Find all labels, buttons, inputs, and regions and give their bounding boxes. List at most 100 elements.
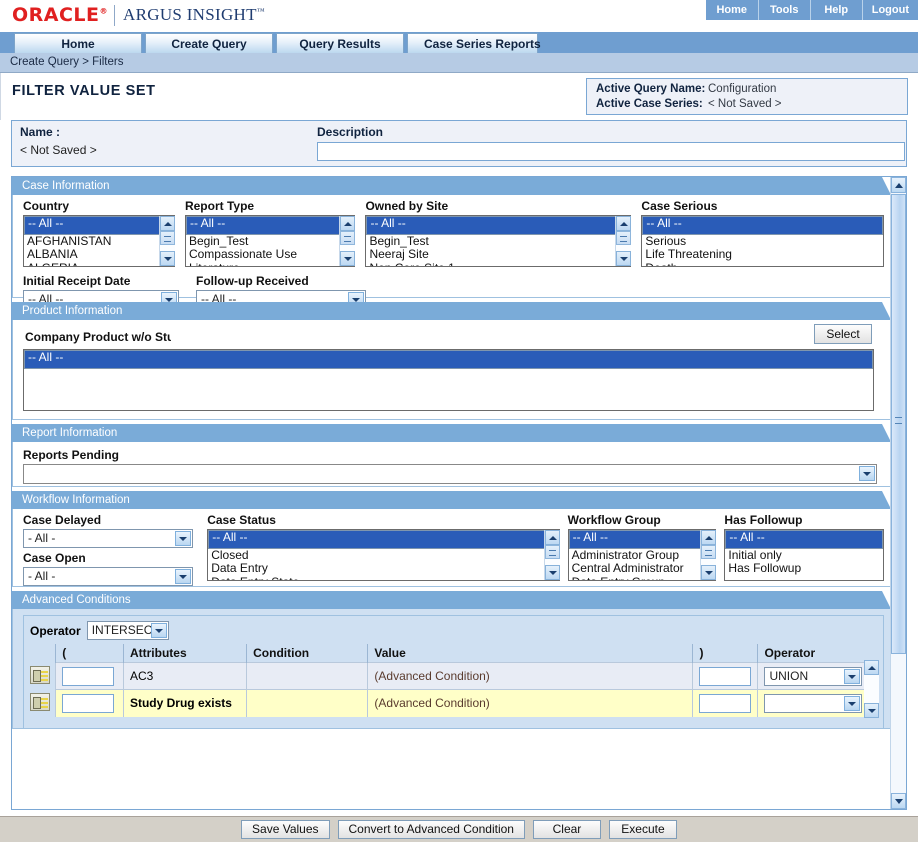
owned-by-site-option-2[interactable]: Neeraj Site <box>366 248 630 261</box>
workflow-group-option-3[interactable]: Data Entry Group <box>569 576 716 580</box>
scrollbar-thumb[interactable] <box>891 194 906 654</box>
case-serious-listbox[interactable]: -- All -- Serious Life Threatening Death <box>641 215 884 267</box>
product-select-button[interactable]: Select <box>814 324 872 344</box>
table-row[interactable]: Study Drug exists (Advanced Condition) <box>30 689 879 717</box>
has-followup-option-2[interactable]: Has Followup <box>725 562 883 575</box>
workflow-group-listbox[interactable]: -- All -- Administrator Group Central Ad… <box>567 529 717 581</box>
table-row[interactable]: AC3 (Advanced Condition) UNION <box>30 662 879 690</box>
has-followup-option-1[interactable]: Initial only <box>725 549 883 562</box>
has-followup-listbox[interactable]: -- All -- Initial only Has Followup <box>724 529 884 581</box>
country-option-all[interactable]: -- All -- <box>24 216 174 235</box>
owned-by-site-listbox-scrollbar[interactable] <box>615 216 632 266</box>
country-option-2[interactable]: ALBANIA <box>24 248 174 261</box>
owned-by-site-option-all[interactable]: -- All -- <box>366 216 631 235</box>
scroll-up-icon[interactable] <box>544 530 560 545</box>
case-serious-option-3[interactable]: Death <box>642 262 883 266</box>
save-values-button[interactable]: Save Values <box>241 820 330 839</box>
country-option-3[interactable]: ALGERIA <box>24 262 174 266</box>
advanced-conditions-scrollbar[interactable] <box>864 660 879 718</box>
tab-home[interactable]: Home <box>14 33 142 53</box>
execute-button[interactable]: Execute <box>608 820 677 839</box>
clear-button[interactable]: Clear <box>532 820 601 839</box>
case-delayed-select[interactable]: - All - <box>23 529 193 548</box>
scrollbar-thumb[interactable] <box>616 231 632 245</box>
country-listbox[interactable]: -- All -- AFGHANISTAN ALBANIA ALGERIA <box>23 215 175 267</box>
reports-pending-select[interactable] <box>23 464 877 484</box>
workflow-group-option-2[interactable]: Central Administrator <box>569 562 716 575</box>
scroll-up-icon[interactable] <box>340 216 356 231</box>
chevron-down-icon[interactable] <box>859 466 875 481</box>
tab-case-series-reports[interactable]: Case Series Reports <box>407 33 541 53</box>
report-type-listbox[interactable]: -- All -- Begin_Test Compassionate Use L… <box>184 215 356 267</box>
report-type-option-all[interactable]: -- All -- <box>185 216 355 235</box>
case-serious-option-all[interactable]: -- All -- <box>642 216 883 235</box>
report-type-option-3[interactable]: Literature <box>186 262 354 266</box>
row1-open-paren-input[interactable] <box>62 666 115 686</box>
row2-operator-select[interactable] <box>764 693 863 713</box>
utilnav-tools[interactable]: Tools <box>757 0 810 20</box>
case-serious-option-2[interactable]: Life Threatening <box>642 248 883 261</box>
report-type-listbox-scrollbar[interactable] <box>339 216 356 266</box>
scrollbar-thumb[interactable] <box>159 231 175 245</box>
company-product-listbox[interactable]: -- All -- <box>23 349 874 411</box>
scroll-down-icon[interactable] <box>616 251 632 266</box>
scrollbar-track[interactable] <box>864 675 879 703</box>
case-status-option-2[interactable]: Data Entry <box>208 562 558 575</box>
panel-vertical-scrollbar[interactable] <box>890 177 906 809</box>
has-followup-option-all[interactable]: -- All -- <box>725 530 883 549</box>
owned-by-site-option-1[interactable]: Begin_Test <box>366 235 630 248</box>
chevron-down-icon[interactable] <box>175 531 191 546</box>
scrollbar-thumb[interactable] <box>340 231 356 245</box>
case-status-listbox-scrollbar[interactable] <box>543 530 560 580</box>
edit-condition-icon[interactable] <box>30 692 50 711</box>
scroll-down-icon[interactable] <box>159 251 175 266</box>
report-type-option-2[interactable]: Compassionate Use <box>186 248 354 261</box>
country-option-1[interactable]: AFGHANISTAN <box>24 235 174 248</box>
scroll-down-icon[interactable] <box>891 793 906 809</box>
case-status-option-1[interactable]: Closed <box>208 549 558 562</box>
chevron-down-icon[interactable] <box>175 569 191 584</box>
row2-close-paren-input[interactable] <box>699 693 752 713</box>
scrollbar-thumb[interactable] <box>701 545 717 559</box>
country-listbox-scrollbar[interactable] <box>158 216 175 266</box>
workflow-group-option-all[interactable]: -- All -- <box>568 530 716 549</box>
case-open-select[interactable]: - All - <box>23 567 193 586</box>
scroll-up-icon[interactable] <box>159 216 175 231</box>
scroll-down-icon[interactable] <box>864 703 879 718</box>
scroll-up-icon[interactable] <box>616 216 632 231</box>
edit-condition-icon[interactable] <box>30 665 50 684</box>
case-status-listbox[interactable]: -- All -- Closed Data Entry Data Entry S… <box>207 529 560 581</box>
tab-query-results[interactable]: Query Results <box>276 33 404 53</box>
workflow-group-option-1[interactable]: Administrator Group <box>569 549 716 562</box>
scroll-down-icon[interactable] <box>340 251 356 266</box>
section-product-information: Product Information Company Product w/o … <box>12 302 891 420</box>
utilnav-logout[interactable]: Logout <box>861 0 918 20</box>
case-status-option-3[interactable]: Data Entry State <box>208 576 558 580</box>
utilnav-home[interactable]: Home <box>705 0 758 20</box>
owned-by-site-option-3[interactable]: Non Core Site 1 <box>366 262 630 266</box>
description-input[interactable] <box>317 142 905 161</box>
report-type-option-1[interactable]: Begin_Test <box>186 235 354 248</box>
advanced-operator-select[interactable]: INTERSECT <box>86 621 169 640</box>
convert-to-advanced-condition-button[interactable]: Convert to Advanced Condition <box>337 820 525 839</box>
workflow-group-listbox-scrollbar[interactable] <box>700 530 717 580</box>
company-product-option-all[interactable]: -- All -- <box>24 350 873 369</box>
row1-operator-select[interactable]: UNION <box>764 666 863 686</box>
scroll-up-icon[interactable] <box>701 530 717 545</box>
scrollbar-thumb[interactable] <box>544 545 560 559</box>
scroll-down-icon[interactable] <box>701 565 717 580</box>
row2-open-paren-input[interactable] <box>62 693 115 713</box>
utilnav-help[interactable]: Help <box>809 0 862 20</box>
scroll-down-icon[interactable] <box>544 565 560 580</box>
scroll-up-icon[interactable] <box>891 177 906 193</box>
row1-close-paren-input[interactable] <box>699 666 752 686</box>
tab-create-query[interactable]: Create Query <box>145 33 273 53</box>
chevron-down-icon[interactable] <box>150 623 167 638</box>
utility-nav: Home Tools Help Logout <box>705 0 918 20</box>
scroll-up-icon[interactable] <box>864 660 879 675</box>
chevron-down-icon[interactable] <box>844 695 861 711</box>
chevron-down-icon[interactable] <box>844 668 861 684</box>
case-status-option-all[interactable]: -- All -- <box>208 530 559 549</box>
owned-by-site-listbox[interactable]: -- All -- Begin_Test Neeraj Site Non Cor… <box>365 215 632 267</box>
case-serious-option-1[interactable]: Serious <box>642 235 883 248</box>
